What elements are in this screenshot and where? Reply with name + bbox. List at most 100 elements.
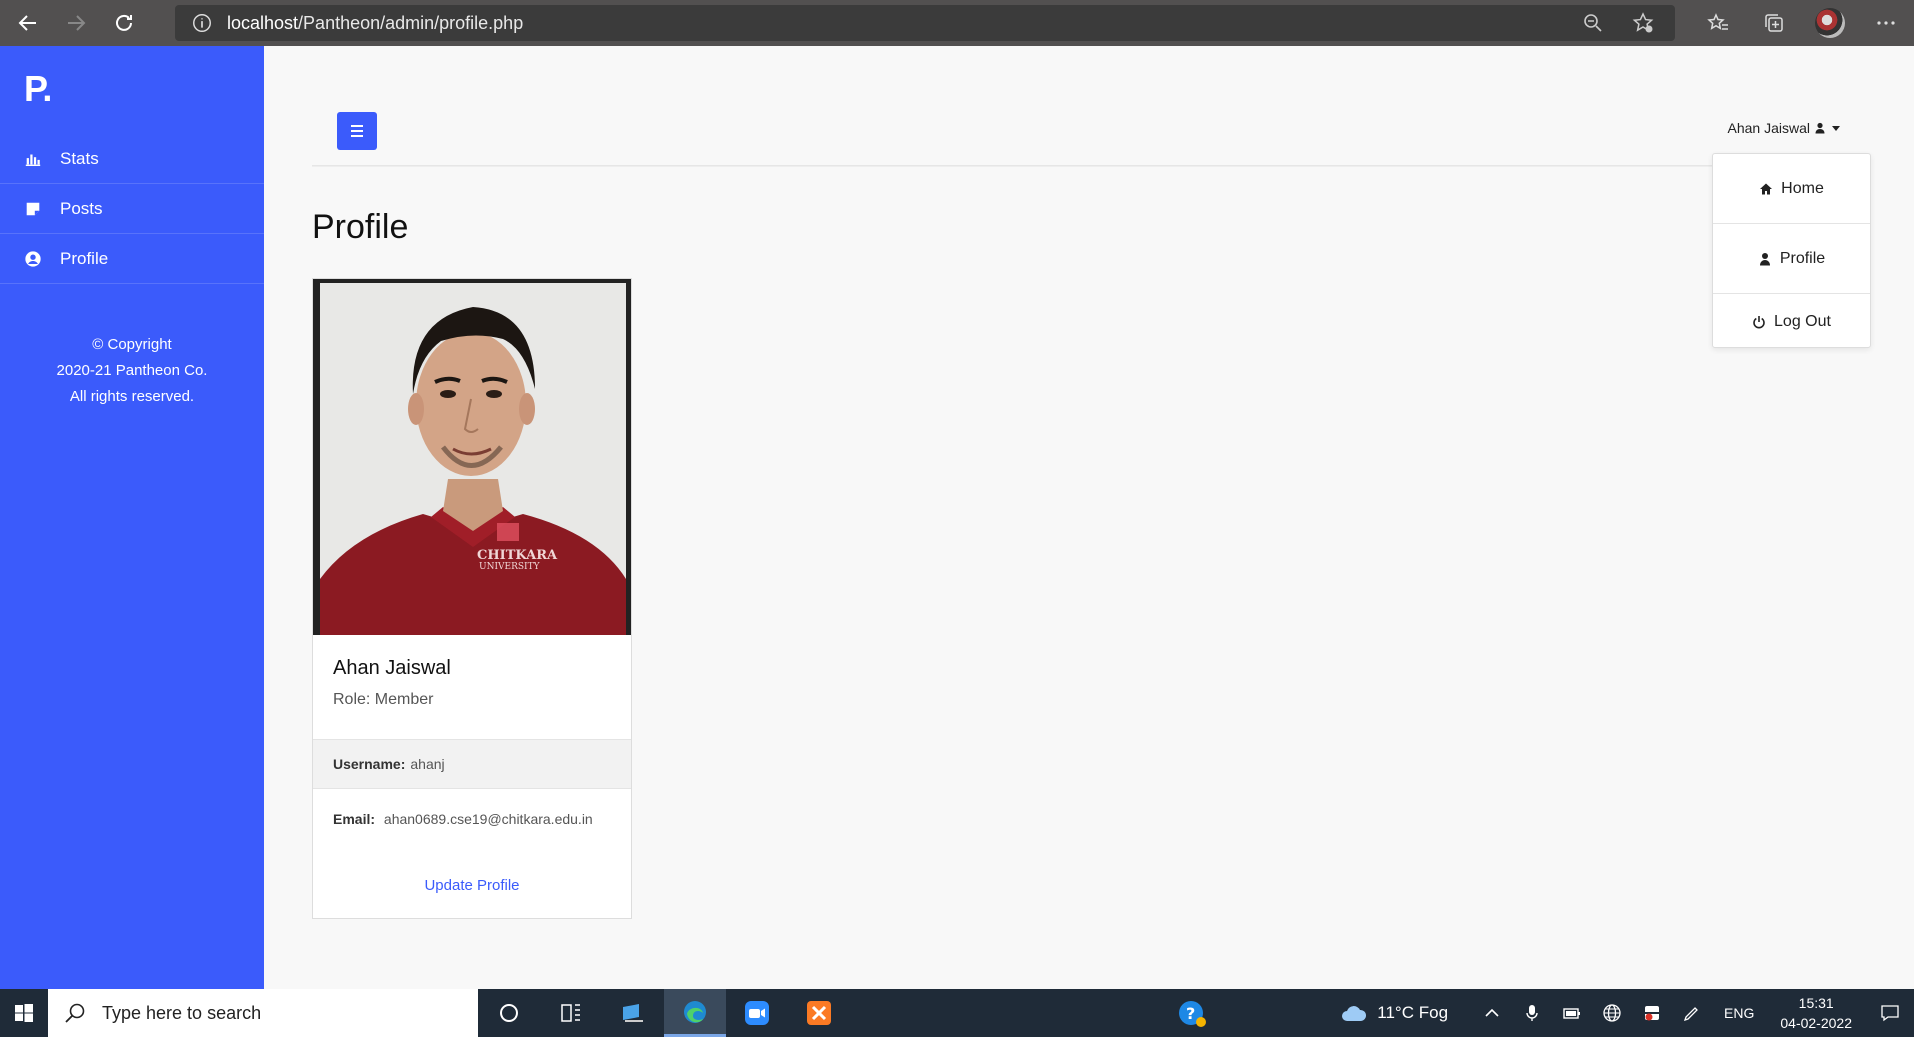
xampp-icon <box>807 1001 831 1025</box>
dropdown-item-logout[interactable]: Log Out <box>1713 294 1870 349</box>
forward-button[interactable] <box>56 3 96 43</box>
network-button[interactable] <box>1592 1003 1632 1023</box>
username-value: ahanj <box>410 756 445 772</box>
system-tray: 11°C Fog ENG 15:31 04-02-2022 <box>1339 989 1914 1037</box>
user-circle-icon <box>25 250 41 267</box>
windows-logo-icon <box>15 1004 33 1022</box>
address-bar[interactable]: localhost/Pantheon/admin/profile.php <box>175 5 1675 41</box>
user-icon <box>1759 252 1770 265</box>
sidebar-toggle-button[interactable] <box>337 112 377 150</box>
browser-toolbar: localhost/Pantheon/admin/profile.php <box>0 0 1914 46</box>
weather-widget[interactable]: 11°C Fog <box>1339 1003 1448 1023</box>
clock-time: 15:31 <box>1798 995 1834 1011</box>
email-value: ahan0689.cse19@chitkara.edu.in <box>383 811 593 827</box>
back-arrow-icon <box>18 15 36 31</box>
chevron-up-icon <box>1485 1008 1499 1017</box>
weather-text: 11°C Fog <box>1377 1003 1449 1022</box>
dropdown-item-label: Profile <box>1779 249 1826 267</box>
cortana-button[interactable] <box>478 989 540 1037</box>
tray-overflow-button[interactable] <box>1472 1003 1512 1023</box>
taskbar-search[interactable]: Type here to search <box>48 989 478 1037</box>
sidebar: P. Stats Posts Profile © Copyright 2020-… <box>0 46 264 989</box>
notifications-button[interactable] <box>1866 1003 1914 1023</box>
home-icon <box>1760 183 1773 194</box>
windows-taskbar: Type here to search ? 11°C Fog ENG 15:31… <box>0 989 1914 1037</box>
taskbar-app-xampp[interactable] <box>788 989 850 1037</box>
sidebar-item-posts[interactable]: Posts <box>0 184 264 234</box>
profile-name: Ahan Jaiswal <box>333 657 451 679</box>
top-navbar: Ahan Jaiswal <box>312 94 1868 166</box>
taskbar-app-edge[interactable] <box>664 989 726 1037</box>
hamburger-icon <box>351 125 363 137</box>
avatar <box>1815 8 1845 38</box>
microphone-button[interactable] <box>1512 1003 1552 1023</box>
sidebar-item-stats[interactable]: Stats <box>0 134 264 184</box>
profile-avatar-button[interactable] <box>1802 0 1858 46</box>
battery-button[interactable] <box>1552 1003 1592 1023</box>
sidebar-item-label: Posts <box>60 198 103 218</box>
profile-photo: CHITKARA UNIVERSITY <box>313 279 631 635</box>
favorites-button[interactable] <box>1690 0 1746 46</box>
settings-more-button[interactable] <box>1858 0 1914 46</box>
user-menu-toggle[interactable]: Ahan Jaiswal <box>1727 120 1840 136</box>
url-text[interactable]: localhost/Pantheon/admin/profile.php <box>227 13 523 34</box>
notification-app-icon <box>1645 1006 1660 1021</box>
svg-text:?: ? <box>1186 1004 1195 1023</box>
photo-badge-text: CHITKARA <box>477 548 558 563</box>
email-row: Email: ahan0689.cse19@chitkara.edu.in <box>333 811 593 827</box>
search-placeholder: Type here to search <box>102 1002 262 1023</box>
app-tray-button[interactable] <box>1632 1003 1672 1023</box>
sidebar-item-profile[interactable]: Profile <box>0 234 264 284</box>
copyright-line: All rights reserved. <box>69 388 195 405</box>
refresh-button[interactable] <box>104 3 144 43</box>
page-title: Profile <box>312 208 409 246</box>
collections-button[interactable] <box>1746 0 1802 46</box>
language-indicator[interactable]: ENG <box>1724 1005 1754 1021</box>
cortana-circle-icon <box>500 1004 518 1022</box>
help-icon[interactable]: ? <box>1176 997 1208 1029</box>
task-view-button[interactable] <box>540 989 602 1037</box>
power-icon <box>1753 315 1765 328</box>
battery-icon <box>1563 1008 1581 1019</box>
brand-logo[interactable]: P. <box>24 68 52 110</box>
back-button[interactable] <box>8 3 48 43</box>
zoom-app-icon <box>745 1001 769 1025</box>
photo-badge-subtext: UNIVERSITY <box>479 562 541 572</box>
user-name: Ahan Jaiswal <box>1727 120 1811 136</box>
profile-photo-image: CHITKARA UNIVERSITY <box>313 279 631 635</box>
notification-icon <box>1881 1005 1899 1022</box>
sidebar-menu: Stats Posts Profile <box>0 134 264 284</box>
taskbar-app-zoom[interactable] <box>726 989 788 1037</box>
refresh-icon <box>116 14 132 31</box>
clock-date: 04-02-2022 <box>1780 1015 1852 1031</box>
profile-role: Role: Member <box>333 691 434 708</box>
more-icon <box>1877 21 1895 25</box>
zoom-icon[interactable] <box>1581 11 1605 35</box>
dropdown-item-profile[interactable]: Profile <box>1713 224 1870 294</box>
email-label: Email: <box>333 811 376 827</box>
collections-icon <box>1765 14 1783 32</box>
start-button[interactable] <box>0 989 48 1037</box>
microphone-icon <box>1526 1005 1538 1021</box>
dropdown-item-home[interactable]: Home <box>1713 154 1870 224</box>
info-icon[interactable] <box>191 12 213 34</box>
dropdown-item-label: Home <box>1781 179 1824 197</box>
bar-chart-icon <box>25 154 41 166</box>
profile-card: CHITKARA UNIVERSITY Ahan Jaiswal Role: M… <box>312 278 632 919</box>
update-profile-link[interactable]: Update Profile <box>313 877 631 894</box>
copyright-line: 2020-21 Pantheon Co. <box>56 362 208 379</box>
sidebar-item-label: Stats <box>60 148 99 168</box>
add-favorite-icon[interactable] <box>1631 11 1655 35</box>
cloud-icon <box>1342 1006 1367 1021</box>
sidebar-item-label: Profile <box>60 248 109 268</box>
favorites-icon <box>1707 13 1728 30</box>
copyright-text: © Copyright 2020-21 Pantheon Co. All rig… <box>0 332 264 410</box>
clock[interactable]: 15:31 04-02-2022 <box>1780 993 1852 1033</box>
pen-icon <box>1684 1007 1698 1022</box>
username-label: Username: <box>333 756 406 772</box>
search-icon <box>65 1003 85 1023</box>
taskbar-app-screen[interactable] <box>602 989 664 1037</box>
forward-arrow-icon <box>68 15 86 31</box>
user-icon <box>1815 122 1825 134</box>
pen-button[interactable] <box>1672 1003 1712 1023</box>
